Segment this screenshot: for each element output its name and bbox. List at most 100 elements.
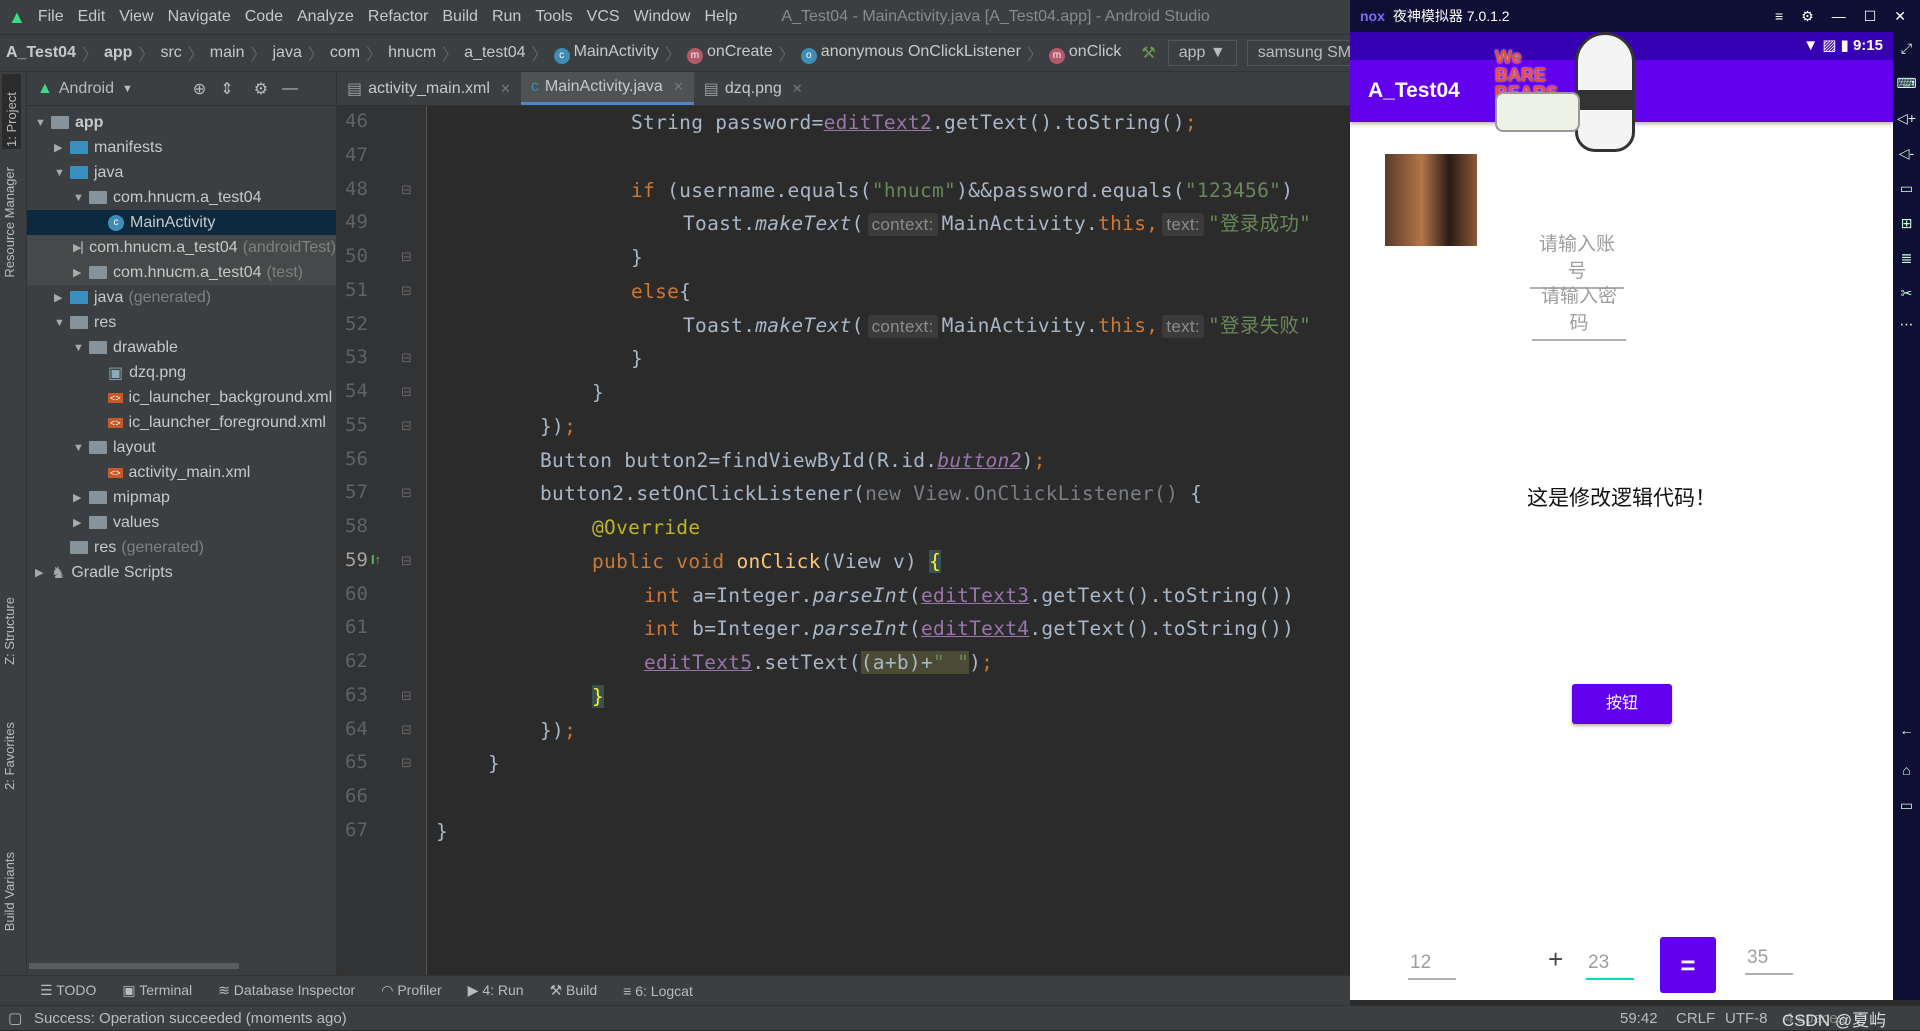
code-editor[interactable]: String password=editText2.getText().toSt… xyxy=(427,106,1350,975)
line-separator[interactable]: CRLF xyxy=(1676,1010,1715,1027)
tree-item[interactable]: ▼ java xyxy=(27,160,336,185)
more-icon[interactable]: ⋯ xyxy=(1893,316,1920,333)
menu-tools[interactable]: Tools xyxy=(535,8,572,26)
tab-structure[interactable]: Z: Structure xyxy=(2,597,17,665)
chevron-right-icon[interactable]: ▶ xyxy=(73,241,81,254)
tab-project[interactable]: 1: Project xyxy=(2,74,21,149)
tree-item[interactable]: ▼ com.hnucm.a_test04 xyxy=(27,185,336,210)
gear-icon[interactable]: ⚙ xyxy=(1801,8,1814,25)
project-view-select[interactable]: Android xyxy=(59,80,114,98)
gear-icon[interactable]: ⚙ xyxy=(254,79,268,99)
fold-marker-icon[interactable]: ⊟ xyxy=(401,350,412,366)
menu-analyze[interactable]: Analyze xyxy=(297,8,354,26)
menu-file[interactable]: File xyxy=(38,8,64,26)
tool-database-inspector[interactable]: ≋ Database Inspector xyxy=(218,982,355,999)
breadcrumb-item[interactable]: o anonymous OnClickListener xyxy=(795,43,1027,64)
fold-marker-icon[interactable]: ⊟ xyxy=(401,755,412,771)
password-input[interactable]: 请输入密码 xyxy=(1532,281,1626,341)
chevron-right-icon[interactable]: ▶ xyxy=(73,266,89,279)
file-encoding[interactable]: UTF-8 xyxy=(1725,1010,1768,1027)
menu-run[interactable]: Run xyxy=(492,8,521,26)
tree-item[interactable]: <> activity_main.xml xyxy=(27,460,336,485)
device-select[interactable]: samsung SM-G95 xyxy=(1246,40,1350,66)
tab-build-variants[interactable]: Build Variants xyxy=(2,852,17,931)
tool-profiler[interactable]: ◠ Profiler xyxy=(381,982,441,999)
fold-marker-icon[interactable]: ⊟ xyxy=(401,722,412,738)
chevron-down-icon[interactable]: ▼ xyxy=(54,167,70,179)
locate-icon[interactable]: ⊕ xyxy=(193,79,206,99)
chevron-down-icon[interactable]: ▼ xyxy=(73,192,89,204)
tree-item[interactable]: ▼ layout xyxy=(27,435,336,460)
tool-build[interactable]: ⚒ Build xyxy=(550,982,598,999)
fold-marker-icon[interactable]: ⊟ xyxy=(401,182,412,198)
scissors-icon[interactable]: ✂ xyxy=(1893,285,1920,302)
chevron-down-icon[interactable]: ▼ xyxy=(73,442,89,454)
username-input[interactable]: 请输入账号 xyxy=(1530,229,1624,289)
tree-item[interactable]: ▶ mipmap xyxy=(27,485,336,510)
fold-marker-icon[interactable]: ⊟ xyxy=(401,249,412,265)
menu-refactor[interactable]: Refactor xyxy=(368,8,428,26)
chevron-right-icon[interactable]: ▶ xyxy=(35,566,51,579)
volume-down-icon[interactable]: ◁- xyxy=(1893,145,1920,162)
tree-item[interactable]: ▶ java (generated) xyxy=(27,285,336,310)
close-tab-icon[interactable]: ✕ xyxy=(673,79,684,95)
fold-marker-icon[interactable]: ⊟ xyxy=(401,283,412,299)
caret-position[interactable]: 59:42 xyxy=(1620,1010,1658,1027)
menu-view[interactable]: View xyxy=(119,8,153,26)
tab-dzq-png[interactable]: ▤ dzq.png ✕ xyxy=(694,72,813,105)
breadcrumb-item[interactable]: m onClick xyxy=(1043,43,1127,64)
multi-instance-icon[interactable]: ≣ xyxy=(1893,250,1920,267)
tree-item[interactable]: ▶ manifests xyxy=(27,135,336,160)
result-input[interactable]: 35 xyxy=(1745,947,1793,975)
tool-4-run[interactable]: ▶ 4: Run xyxy=(468,982,524,999)
tree-item[interactable]: ▶ ♞ Gradle Scripts xyxy=(27,560,336,585)
menu-window[interactable]: Window xyxy=(634,8,691,26)
tree-item[interactable]: ▶ com.hnucm.a_test04 (test) xyxy=(27,260,336,285)
tool-todo[interactable]: ☰ TODO xyxy=(40,982,96,999)
fold-marker-icon[interactable]: ⊟ xyxy=(401,384,412,400)
tab-favorites[interactable]: 2: Favorites xyxy=(2,722,17,790)
chevron-right-icon[interactable]: ▶ xyxy=(73,491,89,504)
breadcrumb-item[interactable]: com xyxy=(324,44,366,62)
chevron-down-icon[interactable]: ▼ xyxy=(122,83,133,95)
menu-navigate[interactable]: Navigate xyxy=(168,8,231,26)
chevron-right-icon[interactable]: ▶ xyxy=(73,516,89,529)
breadcrumb-item[interactable]: app xyxy=(98,44,138,62)
fold-marker-icon[interactable]: ⊟ xyxy=(401,485,412,501)
event-log-icon[interactable]: ▢ xyxy=(8,1009,22,1027)
run-config-select[interactable]: app ▼ xyxy=(1167,40,1237,66)
close-tab-icon[interactable]: ✕ xyxy=(500,81,511,97)
menu-edit[interactable]: Edit xyxy=(78,8,106,26)
status-message[interactable]: Success: Operation succeeded (moments ag… xyxy=(34,1010,347,1027)
breadcrumb-item[interactable]: java xyxy=(267,44,308,62)
horizontal-scrollbar[interactable] xyxy=(29,963,239,969)
breadcrumb-item[interactable]: m onCreate xyxy=(681,43,779,64)
fullscreen-icon[interactable]: ⤢ xyxy=(1893,40,1920,57)
number1-input[interactable]: 12 xyxy=(1408,952,1456,980)
chevron-down-icon[interactable]: ▼ xyxy=(35,117,51,129)
menu-icon[interactable]: ≡ xyxy=(1775,8,1783,24)
volume-up-icon[interactable]: ◁+ xyxy=(1893,110,1920,127)
tree-item[interactable]: <> ic_launcher_background.xml xyxy=(27,385,336,410)
breadcrumb-item[interactable]: main xyxy=(204,44,251,62)
maximize-icon[interactable]: ☐ xyxy=(1864,8,1877,25)
tree-item[interactable]: res (generated) xyxy=(27,535,336,560)
tool-terminal[interactable]: ▣ Terminal xyxy=(122,982,192,999)
menu-code[interactable]: Code xyxy=(245,8,283,26)
minimize-icon[interactable]: — xyxy=(282,80,298,98)
breadcrumb-item[interactable]: src xyxy=(154,44,187,62)
breadcrumb-item[interactable]: a_test04 xyxy=(458,44,531,62)
tree-item[interactable]: ▼ app xyxy=(27,110,336,135)
tab-activity_main-xml[interactable]: ▤ activity_main.xml ✕ xyxy=(337,72,521,105)
tree-item[interactable]: ▼ res xyxy=(27,310,336,335)
home-icon[interactable]: ⌂ xyxy=(1893,762,1920,778)
menu-build[interactable]: Build xyxy=(442,8,478,26)
breadcrumb-item[interactable]: A_Test04 xyxy=(0,44,82,62)
tab-resource-manager[interactable]: Resource Manager xyxy=(2,167,17,278)
chevron-down-icon[interactable]: ▼ xyxy=(54,317,70,329)
chevron-right-icon[interactable]: ▶ xyxy=(54,141,70,154)
chevron-right-icon[interactable]: ▶ xyxy=(54,291,70,304)
menu-vcs[interactable]: VCS xyxy=(587,8,620,26)
fold-marker-icon[interactable]: ⊟ xyxy=(401,688,412,704)
number2-input[interactable]: 23 xyxy=(1586,952,1634,980)
